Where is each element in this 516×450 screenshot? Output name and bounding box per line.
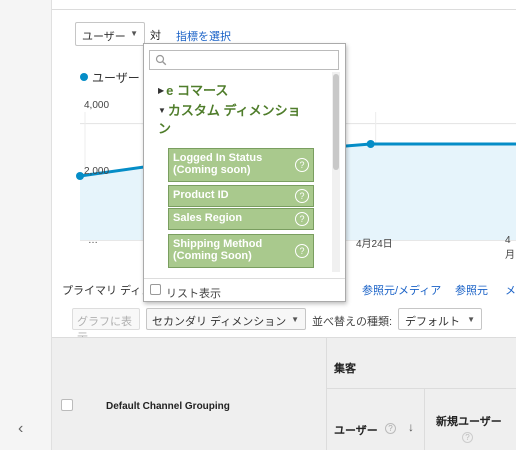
top-divider (52, 9, 516, 10)
dimension-item-label: Logged In Status (173, 152, 263, 164)
more-dimension-link[interactable]: メ (505, 282, 516, 298)
select-all-checkbox[interactable] (61, 399, 73, 411)
table-column-divider (424, 388, 425, 450)
list-view-checkbox[interactable] (150, 284, 161, 295)
sort-type-label: 並べ替えの種類: (312, 316, 393, 328)
sort-type-dropdown[interactable]: デフォルト ▼ (398, 308, 482, 330)
y-tick-label: 4,000 (84, 100, 110, 111)
collapse-sidebar-icon[interactable]: ‹ (18, 420, 23, 438)
category-label: カスタム ディメンショ (167, 103, 301, 118)
new-users-column-header[interactable]: 新規ユーザー (436, 413, 502, 429)
referral-medium-link[interactable]: 参照元/メディア (362, 282, 441, 298)
primary-dimension-label: プライマリ ディメ (62, 285, 153, 297)
chevron-down-icon: ▼ (467, 315, 475, 324)
metric-selector-popup: ▶ e コマース ▼ カスタム ディメンショ ン Logged In Status … (143, 43, 346, 302)
list-view-label[interactable]: リスト表示 (166, 285, 221, 301)
help-icon[interactable]: ? (295, 158, 309, 172)
dimension-item-label: Sales Region (173, 212, 243, 224)
dimension-item-sales-region[interactable]: Sales Region ? (168, 208, 314, 230)
dimension-item-sublabel: (Coming soon) (173, 164, 251, 176)
chevron-down-icon: ▼ (130, 29, 138, 38)
chevron-down-icon: ▼ (291, 315, 299, 324)
help-icon[interactable]: ? (295, 189, 309, 203)
table-column-divider (326, 337, 327, 450)
dimension-item-label: Product ID (173, 189, 229, 201)
x-tick-label: 4月24日 (356, 239, 393, 250)
users-column-header[interactable]: ユーザー (334, 422, 378, 438)
search-icon (155, 54, 167, 66)
vs-label: 対 (150, 30, 161, 42)
data-point (366, 140, 375, 148)
popup-divider (144, 278, 345, 279)
x-tick-label: … (88, 235, 98, 246)
secondary-dimension-label: セカンダリ ディメンション (152, 316, 287, 328)
dimension-column-header[interactable]: Default Channel Grouping (106, 401, 230, 412)
left-sidebar (0, 0, 52, 450)
legend-label: ユーザー (92, 71, 140, 85)
secondary-dimension-dropdown[interactable]: セカンダリ ディメンション ▼ (146, 308, 306, 330)
acquisition-group-header: 集客 (334, 363, 356, 375)
table-header (52, 337, 516, 450)
table-row-divider (326, 388, 516, 389)
category-custom-dimensions[interactable]: ▼ カスタム ディメンショ ン (158, 102, 318, 138)
metric-dropdown-label: ユーザー (82, 31, 126, 43)
help-icon[interactable]: ? (295, 244, 309, 258)
select-metric-link[interactable]: 指標を選択 (176, 28, 231, 44)
legend-dot-icon (80, 73, 88, 81)
caret-right-icon: ▶ (158, 86, 165, 95)
category-label: e コマース (166, 83, 229, 98)
dimension-item-product-id[interactable]: Product ID ? (168, 185, 314, 207)
help-icon[interactable]: ? (295, 212, 309, 226)
plot-rows-button[interactable]: グラフに表示 (72, 308, 140, 344)
metric-dropdown[interactable]: ユーザー ▼ (75, 22, 145, 46)
data-point (76, 172, 84, 180)
popup-scrollbar-thumb[interactable] (333, 74, 339, 170)
help-icon[interactable]: ? (462, 432, 473, 443)
dimension-item-sublabel: (Coming Soon) (173, 250, 252, 262)
help-icon[interactable]: ? (385, 423, 396, 434)
sort-type-value: デフォルト (405, 316, 460, 328)
category-ecommerce[interactable]: ▶ e コマース (158, 80, 228, 99)
y-tick-label: 2,000 (84, 166, 110, 177)
category-label-continued: ン (158, 121, 172, 136)
popup-search-input[interactable] (149, 50, 339, 70)
caret-down-icon: ▼ (158, 106, 166, 115)
sort-descending-icon[interactable]: ↓ (408, 420, 414, 434)
x-tick-label: 4月 (505, 235, 515, 261)
dimension-item-label: Shipping Method (173, 238, 263, 250)
dimension-item-logged-in-status[interactable]: Logged In Status (Coming soon) ? (168, 148, 314, 182)
referrer-link[interactable]: 参照元 (455, 282, 488, 298)
dimension-item-shipping-method[interactable]: Shipping Method (Coming Soon) ? (168, 234, 314, 268)
